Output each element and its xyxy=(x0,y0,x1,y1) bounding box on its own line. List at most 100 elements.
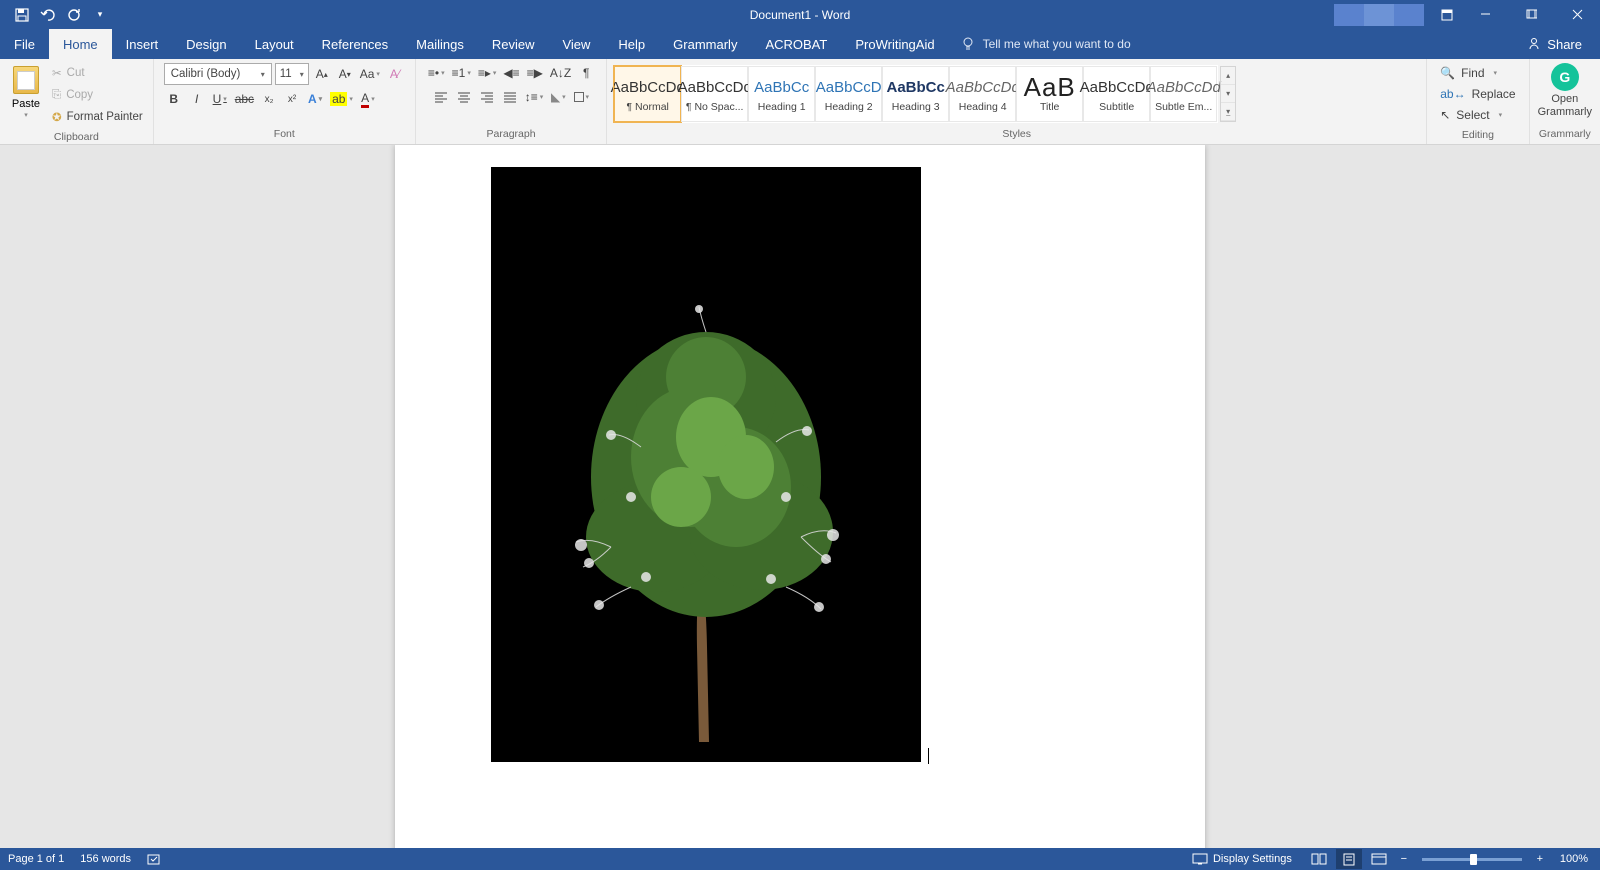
align-left-button[interactable] xyxy=(431,87,451,107)
tab-mailings[interactable]: Mailings xyxy=(402,29,478,59)
copy-button[interactable]: ⎘Copy xyxy=(48,85,147,105)
page-number-status[interactable]: Page 1 of 1 xyxy=(8,853,64,865)
undo-button[interactable] xyxy=(36,3,60,27)
spell-check-status[interactable] xyxy=(147,853,163,866)
zoom-out-button[interactable]: − xyxy=(1396,853,1412,865)
style-item-2[interactable]: AaBbCcHeading 1 xyxy=(748,66,815,122)
styles-scroll-up[interactable]: ▴ xyxy=(1221,67,1235,85)
strikethrough-button[interactable]: abc xyxy=(233,89,256,109)
tab-acrobat[interactable]: ACROBAT xyxy=(751,29,841,59)
document-area[interactable] xyxy=(0,145,1600,855)
select-button[interactable]: ↖Select▾ xyxy=(1437,105,1505,125)
tab-design[interactable]: Design xyxy=(172,29,240,59)
styles-expand[interactable]: ▾̲ xyxy=(1221,103,1235,121)
qat-customize[interactable]: ▾ xyxy=(88,3,112,27)
styles-scroll-down[interactable]: ▾ xyxy=(1221,85,1235,103)
font-size-combo[interactable]: 11▾ xyxy=(275,63,309,85)
bold-button[interactable]: B xyxy=(164,89,184,109)
tab-review[interactable]: Review xyxy=(478,29,549,59)
multilevel-list-button[interactable]: ≡▸ xyxy=(476,63,499,83)
tab-help[interactable]: Help xyxy=(604,29,659,59)
shading-button[interactable]: ◣ xyxy=(548,87,568,107)
redo-button[interactable] xyxy=(62,3,86,27)
style-item-7[interactable]: AaBbCcDdSubtitle xyxy=(1083,66,1150,122)
lightbulb-icon xyxy=(961,37,975,51)
show-hide-button[interactable]: ¶ xyxy=(576,63,596,83)
zoom-slider[interactable] xyxy=(1422,858,1522,861)
align-center-button[interactable] xyxy=(454,87,474,107)
open-grammarly-button[interactable]: G OpenGrammarly xyxy=(1530,59,1600,128)
print-layout-button[interactable] xyxy=(1336,849,1362,869)
style-item-5[interactable]: AaBbCcDdHeading 4 xyxy=(949,66,1016,122)
maximize-button[interactable] xyxy=(1508,0,1554,29)
minimize-button[interactable] xyxy=(1462,0,1508,29)
increase-indent-button[interactable]: ≡▶ xyxy=(525,63,545,83)
text-effects-button[interactable]: A xyxy=(305,89,325,109)
line-spacing-button[interactable]: ↕≡ xyxy=(523,87,546,107)
justify-button[interactable] xyxy=(500,87,520,107)
tab-view[interactable]: View xyxy=(548,29,604,59)
group-paragraph: ≡• ≡1 ≡▸ ◀≡ ≡▶ A↓Z ¶ ↕≡ ◣ Paragraph xyxy=(416,59,607,144)
tab-prowritingaid[interactable]: ProWritingAid xyxy=(841,29,948,59)
find-button[interactable]: 🔍Find▾ xyxy=(1437,63,1500,83)
style-item-3[interactable]: AaBbCcDHeading 2 xyxy=(815,66,882,122)
read-mode-button[interactable] xyxy=(1306,849,1332,869)
style-item-8[interactable]: AaBbCcDdSubtle Em... xyxy=(1150,66,1217,122)
style-item-4[interactable]: AaBbCcHeading 3 xyxy=(882,66,949,122)
tab-file[interactable]: File xyxy=(0,29,49,59)
decrease-indent-button[interactable]: ◀≡ xyxy=(501,63,521,83)
paste-button[interactable]: Paste ▾ xyxy=(6,62,46,128)
style-preview: AaBbCcD xyxy=(816,75,882,101)
share-button[interactable]: Share xyxy=(1509,29,1600,59)
ribbon-display-options[interactable] xyxy=(1432,0,1462,29)
bullets-button[interactable]: ≡• xyxy=(426,63,447,83)
shrink-font-button[interactable]: A▾ xyxy=(335,64,355,84)
account-area[interactable] xyxy=(1334,4,1424,26)
tab-layout[interactable]: Layout xyxy=(241,29,308,59)
zoom-slider-thumb[interactable] xyxy=(1470,854,1477,865)
tab-grammarly[interactable]: Grammarly xyxy=(659,29,751,59)
style-item-0[interactable]: AaBbCcDd¶ Normal xyxy=(614,66,681,122)
tab-home[interactable]: Home xyxy=(49,29,112,59)
style-item-1[interactable]: AaBbCcDd¶ No Spac... xyxy=(681,66,748,122)
paragraph-group-label: Paragraph xyxy=(416,128,606,144)
change-case-button[interactable]: Aa xyxy=(358,64,382,84)
style-preview: AaBbCcDd xyxy=(611,75,685,101)
sort-button[interactable]: A↓Z xyxy=(548,63,573,83)
tab-insert[interactable]: Insert xyxy=(112,29,173,59)
style-item-6[interactable]: AaBTitle xyxy=(1016,66,1083,122)
subscript-button[interactable]: x₂ xyxy=(259,89,279,109)
display-settings-button[interactable]: Display Settings xyxy=(1192,853,1292,865)
save-button[interactable] xyxy=(10,3,34,27)
highlight-button[interactable]: ab xyxy=(328,89,355,109)
superscript-button[interactable]: x² xyxy=(282,89,302,109)
font-name-combo[interactable]: Calibri (Body)▾ xyxy=(164,63,272,85)
style-preview: AaBbCc xyxy=(887,75,945,101)
underline-button[interactable]: U xyxy=(210,89,230,109)
tab-references[interactable]: References xyxy=(308,29,402,59)
replace-button[interactable]: ab↔Replace xyxy=(1437,84,1518,104)
group-font: Calibri (Body)▾ 11▾ A▴ A▾ Aa A⁄ B I U ab… xyxy=(154,59,416,144)
tell-me-search[interactable]: Tell me what you want to do xyxy=(961,29,1131,59)
zoom-level[interactable]: 100% xyxy=(1560,853,1588,865)
inserted-image[interactable] xyxy=(491,167,921,762)
web-layout-button[interactable] xyxy=(1366,849,1392,869)
font-color-button[interactable]: A xyxy=(358,89,378,109)
numbering-button[interactable]: ≡1 xyxy=(450,63,473,83)
status-bar: Page 1 of 1 156 words Display Settings −… xyxy=(0,848,1600,870)
format-painter-button[interactable]: ✪Format Painter xyxy=(48,107,147,127)
align-right-button[interactable] xyxy=(477,87,497,107)
close-button[interactable] xyxy=(1554,0,1600,29)
cut-button[interactable]: ✂Cut xyxy=(48,63,147,83)
word-count-status[interactable]: 156 words xyxy=(80,853,131,865)
grow-font-button[interactable]: A▴ xyxy=(312,64,332,84)
italic-button[interactable]: I xyxy=(187,89,207,109)
zoom-in-button[interactable]: + xyxy=(1532,853,1548,865)
font-group-label: Font xyxy=(154,128,415,144)
style-preview: AaBbCcDd xyxy=(1147,75,1221,101)
document-page[interactable] xyxy=(395,145,1205,855)
text-cursor xyxy=(928,748,929,764)
tree-image-content xyxy=(491,167,921,762)
clear-formatting-button[interactable]: A⁄ xyxy=(385,64,405,84)
borders-button[interactable] xyxy=(571,87,591,107)
